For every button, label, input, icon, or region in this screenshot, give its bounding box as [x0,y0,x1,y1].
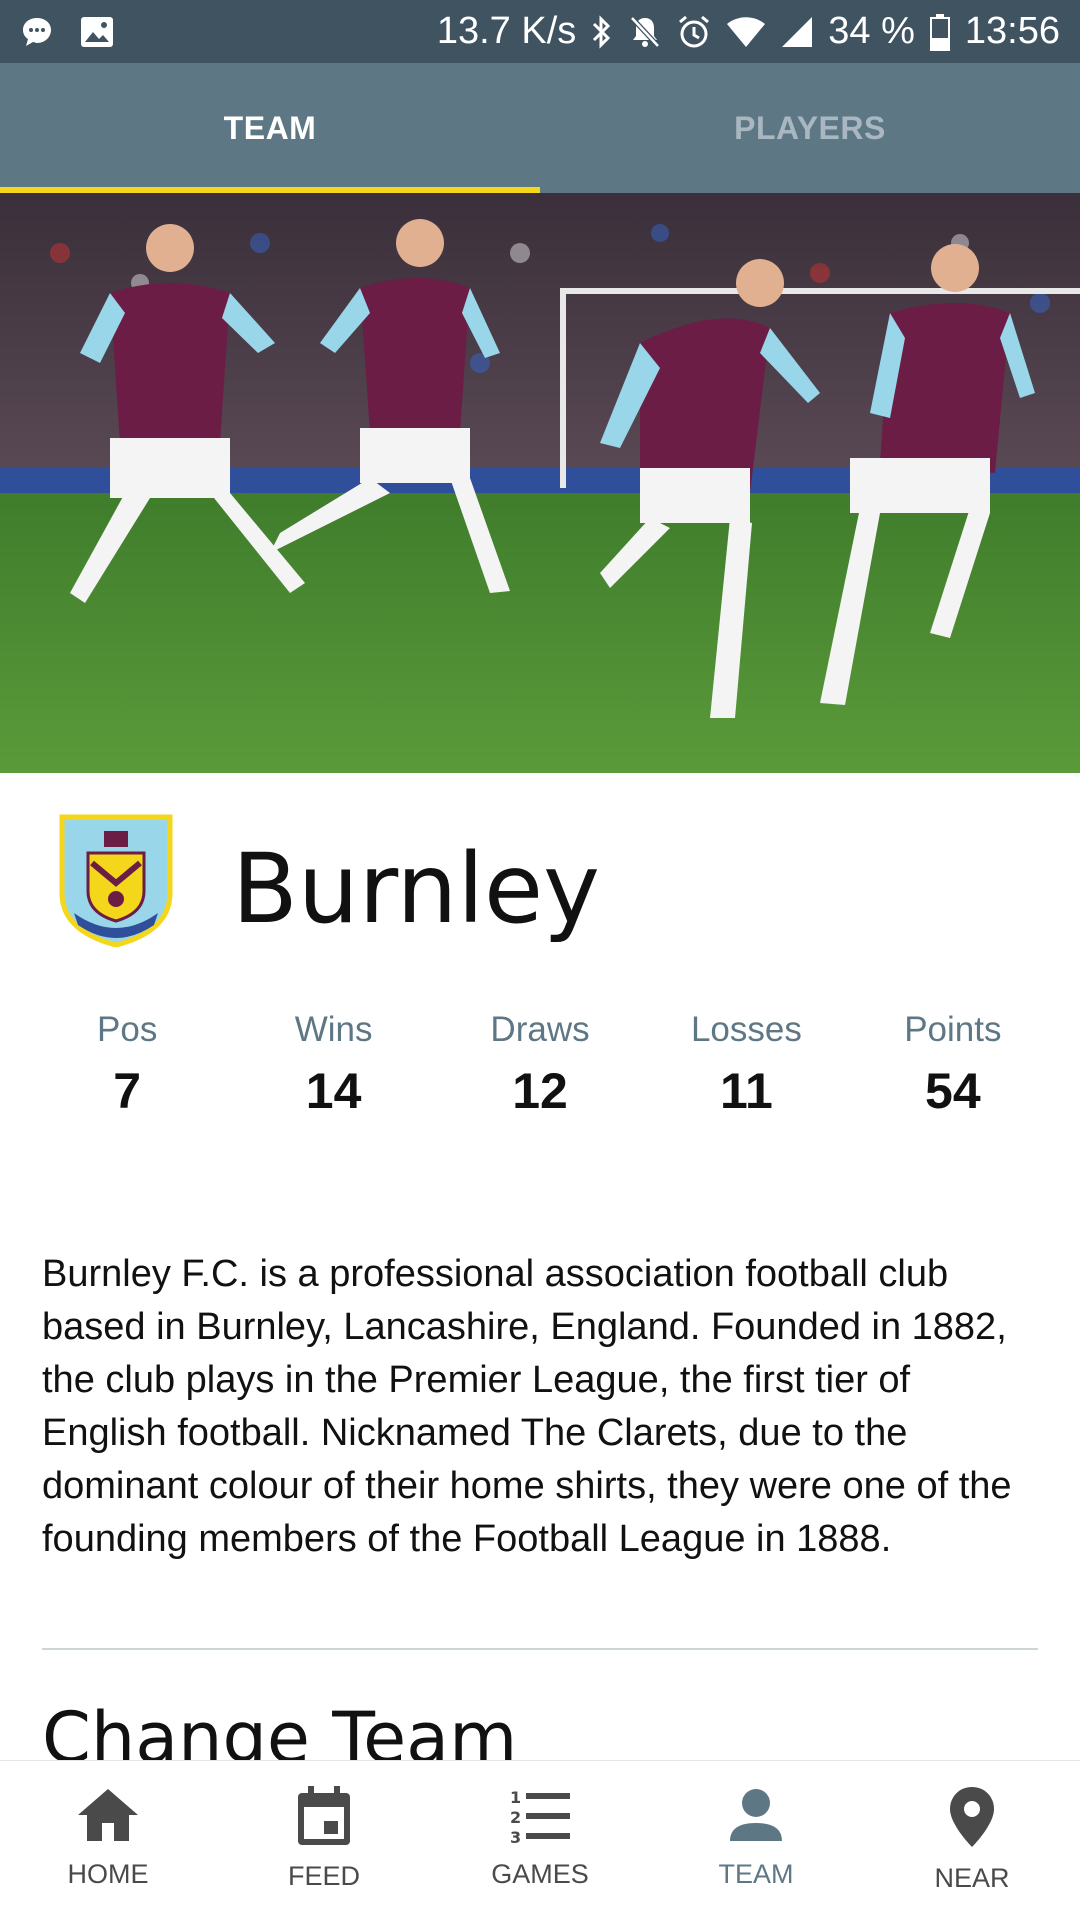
stat-label: Draws [490,1010,590,1049]
calendar-icon [294,1785,354,1847]
nav-games-label: GAMES [491,1859,589,1889]
chat-notification-icon [20,15,54,49]
stat-label: Pos [97,1010,158,1049]
tab-bar: TEAM PLAYERS [0,63,1080,193]
network-speed: 13.7 K/s [436,10,577,52]
change-team-heading[interactable]: Change Team [42,1700,517,1760]
team-hero-image [0,193,1080,773]
person-icon [726,1785,786,1845]
alarm-icon [676,14,712,50]
location-pin-icon [948,1785,996,1849]
battery-icon [929,13,951,51]
stat-position: Pos 7 [24,1010,230,1120]
stat-value: 14 [305,1063,362,1119]
svg-text:1: 1 [510,1788,521,1807]
club-crest-icon [58,813,174,948]
nav-near[interactable]: NEAR [864,1761,1080,1920]
tab-players-label: PLAYERS [734,109,886,146]
tab-team-label: TEAM [223,109,317,146]
tab-team[interactable]: TEAM [0,63,540,193]
section-divider [42,1648,1038,1650]
muted-bell-icon [628,14,662,50]
clock: 13:56 [964,10,1060,52]
nav-team-label: TEAM [718,1859,794,1889]
team-name: Burnley [232,833,600,945]
svg-text:3: 3 [510,1828,521,1845]
stat-label: Losses [690,1010,802,1049]
stat-points: Points 54 [850,1010,1056,1120]
stat-label: Wins [294,1010,373,1049]
status-bar: 13.7 K/s 34 % 13:56 [0,0,1080,63]
tab-players[interactable]: PLAYERS [540,63,1080,193]
bottom-navigation: HOME FEED 123 GAMES TEAM NEAR [0,1760,1080,1920]
home-icon [76,1785,140,1845]
nav-home[interactable]: HOME [0,1761,216,1920]
stat-value: 11 [719,1063,773,1119]
battery-percent: 34 % [828,10,915,52]
cell-signal-icon [780,15,814,49]
stat-label: Points [904,1010,1002,1049]
team-header: Burnley [0,773,1080,993]
stat-value: 12 [512,1063,568,1119]
nav-games[interactable]: 123 GAMES [432,1761,648,1920]
nav-team[interactable]: TEAM [648,1761,864,1920]
stat-value: 7 [113,1063,142,1119]
team-stats: Pos 7 Wins 14 Draws 12 Losses 11 Points … [0,1010,1080,1120]
bluetooth-icon [590,14,614,50]
stat-losses: Losses 11 [643,1010,849,1120]
stat-value: 54 [925,1063,981,1119]
team-description: Burnley F.C. is a professional associati… [42,1253,1012,1560]
stat-draws: Draws 12 [437,1010,643,1120]
nav-home-label: HOME [67,1859,149,1889]
wifi-icon [726,15,766,49]
nav-near-label: NEAR [934,1863,1010,1893]
image-notification-icon [80,16,114,48]
svg-text:2: 2 [510,1808,521,1827]
nav-feed[interactable]: FEED [216,1761,432,1920]
nav-feed-label: FEED [287,1861,360,1891]
stat-wins: Wins 14 [230,1010,436,1120]
numbered-list-icon: 123 [508,1785,572,1845]
